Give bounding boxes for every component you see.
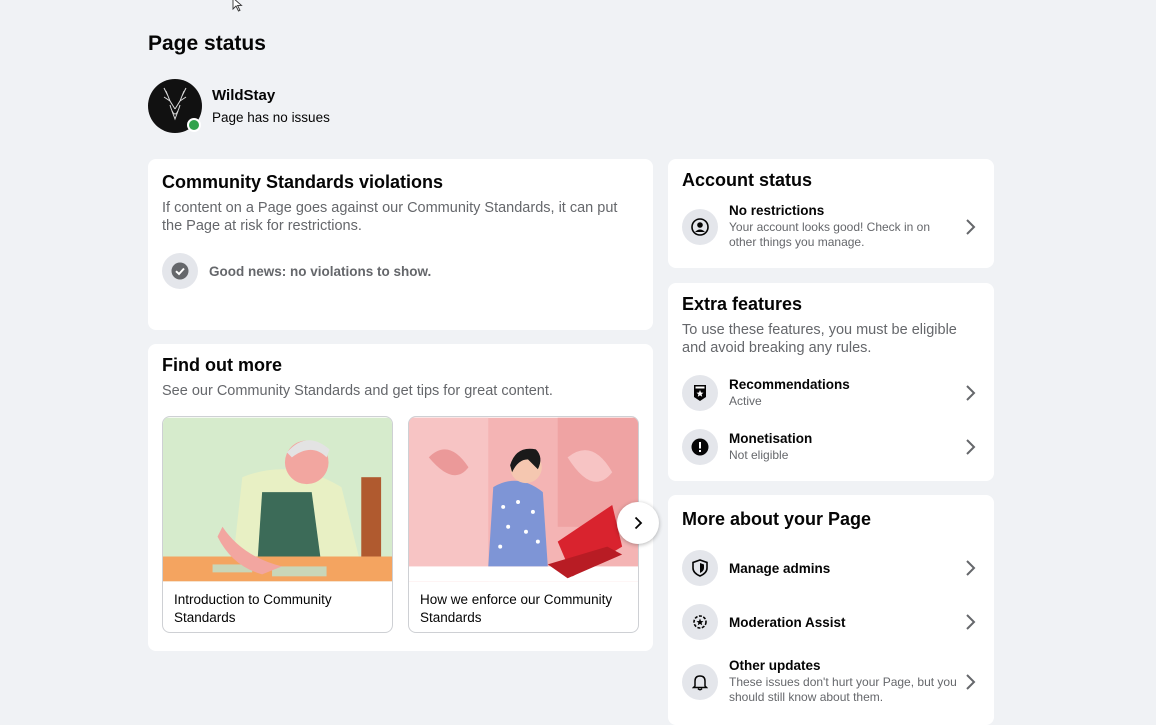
article-tile-introduction[interactable]: Introduction to Community Standards: [162, 416, 393, 633]
recommendations-row[interactable]: Recommendations Active: [682, 375, 980, 411]
violations-card: Community Standards violations If conten…: [148, 159, 653, 330]
elderly-man-illustration: [163, 417, 392, 582]
extra-features-card: Extra features To use these features, yo…: [668, 283, 994, 481]
recommendations-status: Active: [729, 394, 762, 408]
find-out-more-description: See our Community Standards and get tips…: [162, 383, 553, 399]
page-name[interactable]: WildStay: [212, 87, 330, 104]
carousel-next-button[interactable]: [617, 502, 659, 544]
monetisation-status: Not eligible: [729, 448, 789, 462]
violations-title: Community Standards violations: [162, 172, 444, 192]
gear-star-icon: [682, 604, 718, 640]
chevron-right-icon: [634, 516, 643, 530]
check-circle-icon: [162, 253, 198, 289]
account-status-card: Account status No restrictions Your acco…: [668, 159, 994, 268]
account-status-detail: Your account looks good! Check in on oth…: [729, 220, 931, 249]
chevron-right-icon: [960, 437, 980, 457]
chevron-right-icon: [960, 558, 980, 578]
other-updates-detail: These issues don't hurt your Page, but y…: [729, 675, 957, 704]
page-title: Page status: [148, 32, 266, 55]
page-header: WildStay Page has no issues: [148, 79, 330, 133]
recommendations-label: Recommendations: [729, 377, 850, 392]
other-updates-row[interactable]: Other updates These issues don't hurt yo…: [682, 658, 980, 705]
person-circle-icon: [682, 208, 718, 245]
more-about-page-title: More about your Page: [682, 509, 872, 529]
manage-admins-row[interactable]: Manage admins: [682, 550, 980, 586]
no-violations-text: Good news: no violations to show.: [209, 263, 432, 279]
manage-admins-label: Manage admins: [729, 560, 831, 576]
chevron-right-icon: [960, 217, 980, 237]
moderation-assist-label: Moderation Assist: [729, 614, 846, 630]
more-about-page-card: More about your Page Manage admins Moder…: [668, 495, 994, 725]
extra-features-title: Extra features: [682, 294, 803, 314]
article-caption: How we enforce our Community Standards: [420, 592, 613, 625]
bell-icon: [682, 663, 718, 700]
woman-laptop-illustration: [409, 417, 638, 582]
mouse-pointer-icon: [232, 0, 243, 12]
page-status-text: Page has no issues: [212, 110, 330, 125]
article-tile-enforcement[interactable]: How we enforce our Community Standards: [408, 416, 639, 633]
account-status-title: Account status: [682, 170, 813, 190]
online-status-badge: [187, 118, 201, 132]
chevron-right-icon: [960, 383, 980, 403]
monetisation-label: Monetisation: [729, 431, 813, 446]
account-status-label: No restrictions: [729, 203, 825, 218]
find-out-more-card: Find out more See our Community Standard…: [148, 344, 659, 651]
moderation-assist-row[interactable]: Moderation Assist: [682, 604, 980, 640]
violations-description: If content on a Page goes against our Co…: [162, 200, 618, 234]
account-status-row[interactable]: No restrictions Your account looks good!…: [682, 203, 980, 250]
avatar[interactable]: [148, 79, 202, 133]
no-violations-row: Good news: no violations to show.: [162, 253, 639, 289]
exclamation-icon: [682, 429, 718, 465]
shield-icon: [682, 550, 718, 586]
article-caption: Introduction to Community Standards: [174, 592, 332, 625]
monetisation-row[interactable]: Monetisation Not eligible: [682, 429, 980, 465]
chevron-right-icon: [960, 672, 980, 692]
recommendation-badge-icon: [682, 375, 718, 411]
chevron-right-icon: [960, 612, 980, 632]
extra-features-description: To use these features, you must be eligi…: [682, 322, 957, 356]
other-updates-label: Other updates: [729, 658, 821, 673]
find-out-more-title: Find out more: [162, 355, 282, 375]
